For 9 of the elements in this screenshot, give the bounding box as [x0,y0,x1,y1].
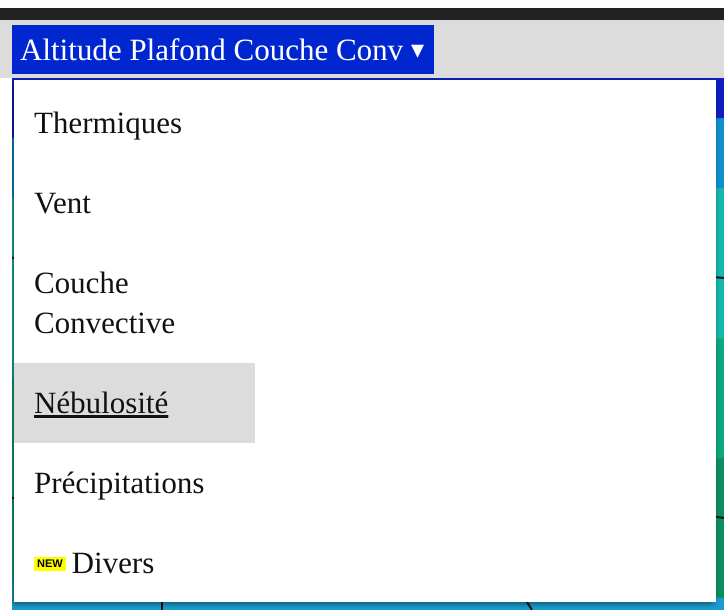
menu-item[interactable]: Couche Convective [14,243,255,363]
menu-item[interactable]: Vent [14,163,255,243]
menu-item-label: Divers [72,545,154,580]
menu-item[interactable]: Thermiques [14,83,255,163]
menu-item[interactable]: Nébulosité [14,363,255,443]
dropdown-button[interactable]: Altitude Plafond Couche Conv ▾ [12,25,434,74]
new-badge: NEW [34,557,66,571]
menu-item[interactable]: Précipitations [14,443,255,523]
menu-item[interactable]: $^{NEW}$ Divers [14,523,255,603]
